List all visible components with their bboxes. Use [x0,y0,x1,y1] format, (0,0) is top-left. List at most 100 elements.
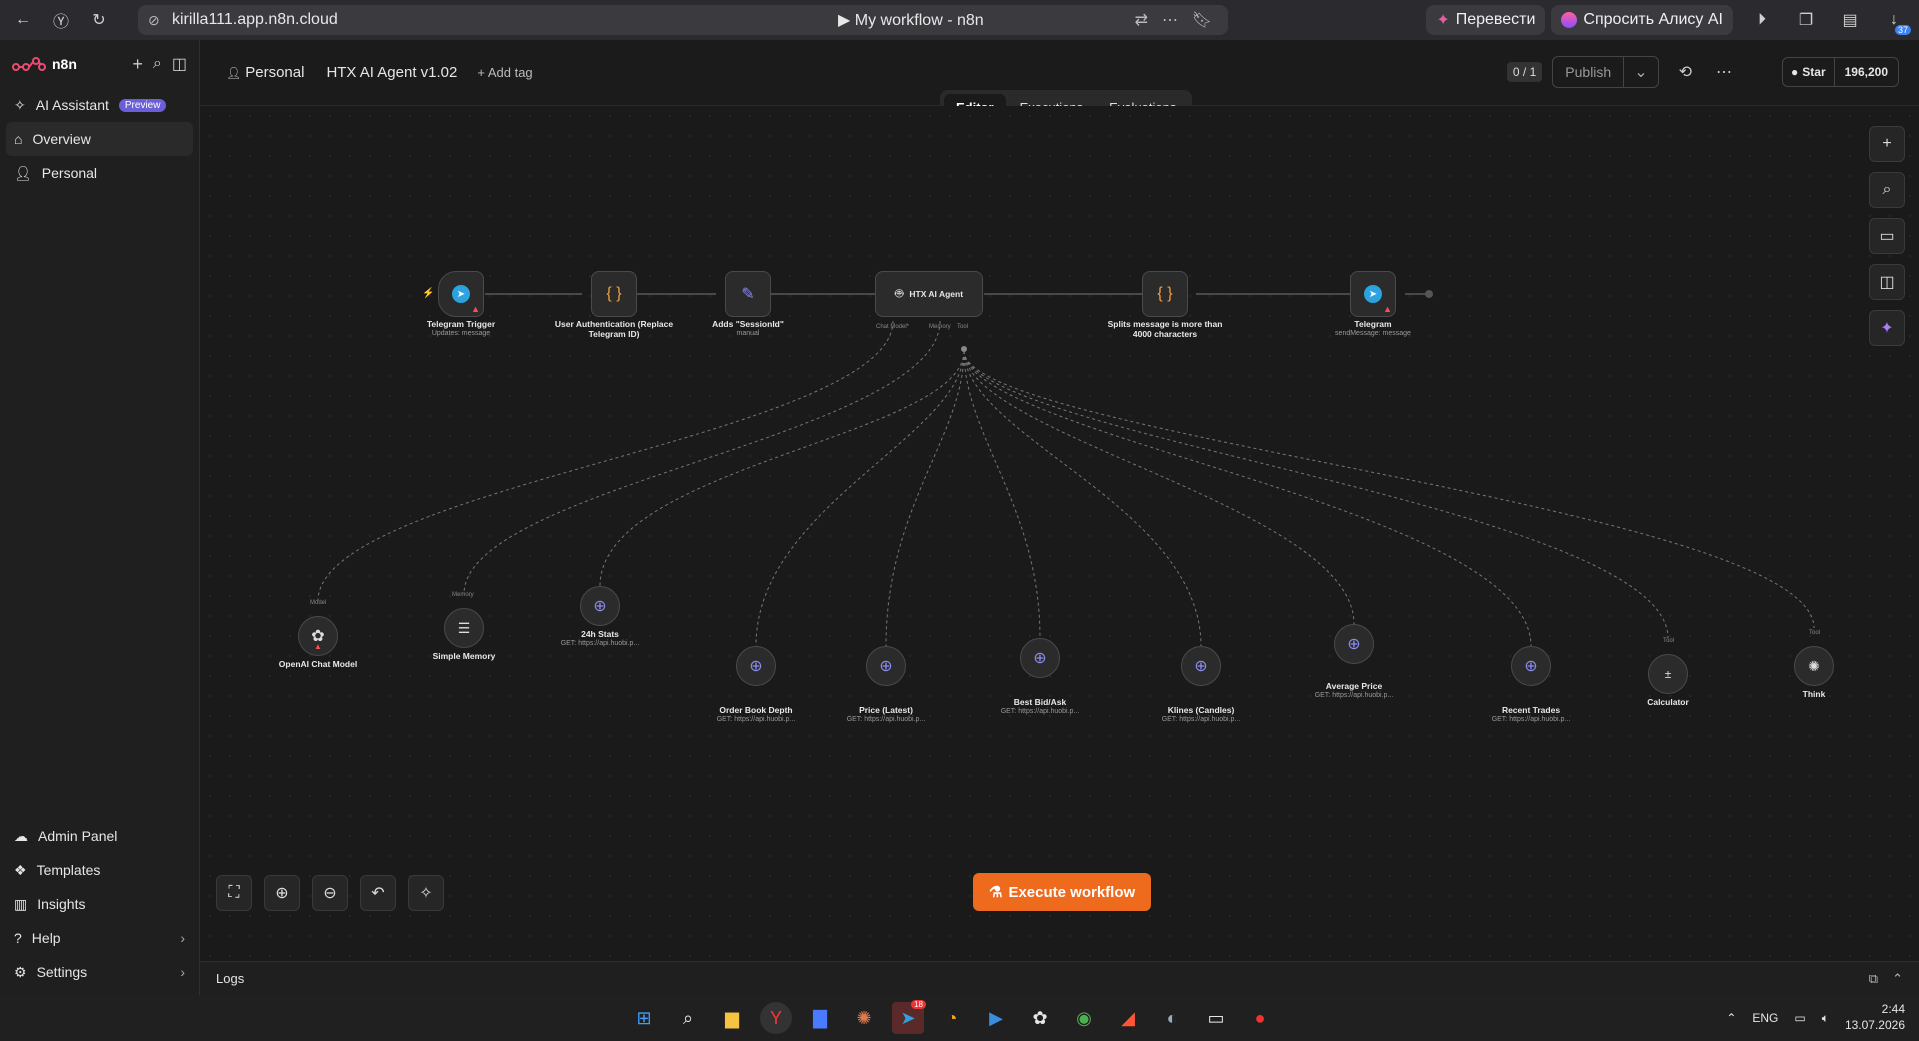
workflow-name[interactable]: HTX AI Agent v1.02 [326,64,457,81]
file-explorer-icon[interactable]: ▆ [716,1002,748,1034]
github-star-button[interactable]: ● Star 196,200 [1782,57,1899,87]
node-average-price[interactable]: ⊕ [1334,624,1374,664]
chevron-down-icon[interactable]: ⌄ [1623,57,1657,87]
site-info-icon[interactable]: ⊘ [148,12,160,29]
zoom-out-icon[interactable]: ⊖ [312,875,348,911]
terminal-icon[interactable]: ▭ [1200,1002,1232,1034]
translate-page-icon[interactable]: ⇄ [1135,10,1148,30]
alice-button[interactable]: Спросить Алису AI [1551,5,1733,35]
translate-button[interactable]: ✦ Перевести [1426,5,1546,35]
node-openai-chat-model[interactable]: ✿ ▲ [298,616,338,656]
ai-sparkle-icon[interactable]: ✦ [1869,310,1905,346]
sidebar-item-settings[interactable]: ⚙ Settings › [6,955,193,989]
sidebar-item-insights[interactable]: ▥ Insights [6,887,193,921]
sidebar-item-label: Templates [36,862,101,878]
undo-icon[interactable]: ↶ [360,875,396,911]
chevron-up-icon[interactable]: ⌃ [1892,971,1903,987]
collapse-sidebar-icon[interactable]: ◫ [172,54,187,74]
node-telegram-trigger[interactable]: ➤ ▲ [438,271,484,317]
tool-connection [885,350,965,647]
pop-out-icon[interactable]: ⧉ [1869,971,1878,987]
powershell-icon[interactable]: ▶ [980,1002,1012,1034]
flask-icon: ⚗ [989,884,1003,901]
node-splits-message[interactable]: { } [1142,271,1188,317]
bookmark-icon[interactable]: 🔖︎ [1192,10,1212,30]
node-htx-ai-agent[interactable]: 🤖︎ HTX AI Agent [875,271,983,317]
node-user-authentication[interactable]: { } [591,271,637,317]
network-icon[interactable]: ▭ [1794,1011,1805,1025]
windows-start-icon[interactable]: ⊞ [628,1002,660,1034]
add-node-icon[interactable]: + [1869,126,1905,162]
warning-icon: ▲ [471,304,480,314]
yandex-icon[interactable]: Ⓨ [46,5,76,35]
node-24h-stats[interactable]: ⊕ [580,586,620,626]
steam-icon[interactable]: ◐ [1156,1002,1188,1034]
search-icon[interactable]: ⌕ [153,55,162,73]
collections-icon[interactable]: ❐ [1791,5,1821,35]
node-recent-trades[interactable]: ⊕ [1511,646,1551,686]
chart-app-icon[interactable]: ▇ [804,1002,836,1034]
reload-icon[interactable]: ↻ [84,5,114,35]
chevron-right-icon: › [180,964,185,980]
claude-icon[interactable]: ✺ [848,1002,880,1034]
address-bar[interactable]: ⊘ kirilla111.app.n8n.cloud ▶ My workflow… [138,5,1228,35]
clock[interactable]: 2:44 13.07.2026 [1845,1002,1905,1033]
node-think[interactable]: ✺ [1794,646,1834,686]
add-icon[interactable]: + [132,54,143,75]
execute-workflow-button[interactable]: ⚗ Execute workflow [973,873,1152,911]
node-adds-sessionid[interactable]: ✎ [725,271,771,317]
app-ring-icon[interactable]: ◔ [936,1002,968,1034]
add-tag-button[interactable]: + Add tag [477,65,532,80]
yandex-browser-icon[interactable]: Y [760,1002,792,1034]
node-label: Telegram Trigger [426,319,496,329]
node-price-latest[interactable]: ⊕ [866,646,906,686]
node-simple-memory[interactable]: ☰ [444,608,484,648]
sidebar-item-personal[interactable]: 👤︎ Personal [6,156,193,190]
chevron-up-icon[interactable]: ⌃ [1726,1011,1736,1025]
chrome-icon[interactable]: ◉ [1068,1002,1100,1034]
more-options-icon[interactable]: ⋯ [1716,62,1732,82]
chevron-right-icon: › [180,930,185,946]
chatgpt-icon[interactable]: ✿ [1024,1002,1056,1034]
downloads-icon[interactable]: ↓ 37 [1879,5,1911,35]
sidebar-item-ai-assistant[interactable]: ✧ AI Assistant Preview [6,88,193,122]
media-icon[interactable]: ⏵ [1747,5,1777,35]
app-red-icon[interactable]: ◢ [1112,1002,1144,1034]
history-icon[interactable]: ⟲ [1679,62,1692,82]
volume-icon[interactable]: 🔈︎ [1822,1011,1829,1026]
output-port[interactable] [1425,290,1433,298]
breadcrumb-project[interactable]: Personal [245,64,304,81]
sidebar-item-label: Personal [41,165,98,181]
node-label: User Authentication (Replace Telegram ID… [554,319,674,339]
search-icon[interactable]: ⌕ [672,1002,704,1034]
sidebar-item-admin-panel[interactable]: ☁ Admin Panel [6,819,193,853]
n8n-logo-icon [12,57,46,71]
sparkle-icon: ✧ [14,96,26,113]
notes-icon[interactable]: ▤ [1835,5,1865,35]
node-order-book-depth[interactable]: ⊕ [736,646,776,686]
node-klines-candles[interactable]: ⊕ [1181,646,1221,686]
edit-icon: ✎ [741,286,755,303]
n8n-logo[interactable]: n8n [12,56,77,72]
sidebar-item-overview[interactable]: ⌂ Overview [6,122,193,156]
recorder-icon[interactable]: ● [1244,1002,1276,1034]
sticky-note-icon[interactable]: ▭ [1869,218,1905,254]
node-telegram[interactable]: ➤ ▲ [1350,271,1396,317]
fit-view-icon[interactable]: ⛶ [216,875,252,911]
publish-button[interactable]: Publish ⌄ [1552,56,1659,88]
tidy-up-icon[interactable]: ✧ [408,875,444,911]
panel-toggle-icon[interactable]: ◫ [1869,264,1905,300]
telegram-taskbar-icon[interactable]: ➤ 18 [892,1000,926,1034]
node-calculator[interactable]: ± [1648,654,1688,694]
logs-panel-bar[interactable]: Logs ⧉ ⌃ [200,961,1919,995]
more-icon[interactable]: ⋯ [1162,10,1178,30]
node-best-bid-ask[interactable]: ⊕ [1020,638,1060,678]
language-indicator[interactable]: ENG [1752,1011,1778,1025]
model-connection [317,320,894,602]
workflow-canvas[interactable]: ⚡ ➤ ▲ Telegram Trigger Updates: message … [200,106,1919,961]
search-icon[interactable]: ⌕ [1869,172,1905,208]
back-icon[interactable]: ← [8,5,38,35]
sidebar-item-templates[interactable]: ❖ Templates [6,853,193,887]
sidebar-item-help[interactable]: ? Help › [6,921,193,955]
zoom-in-icon[interactable]: ⊕ [264,875,300,911]
